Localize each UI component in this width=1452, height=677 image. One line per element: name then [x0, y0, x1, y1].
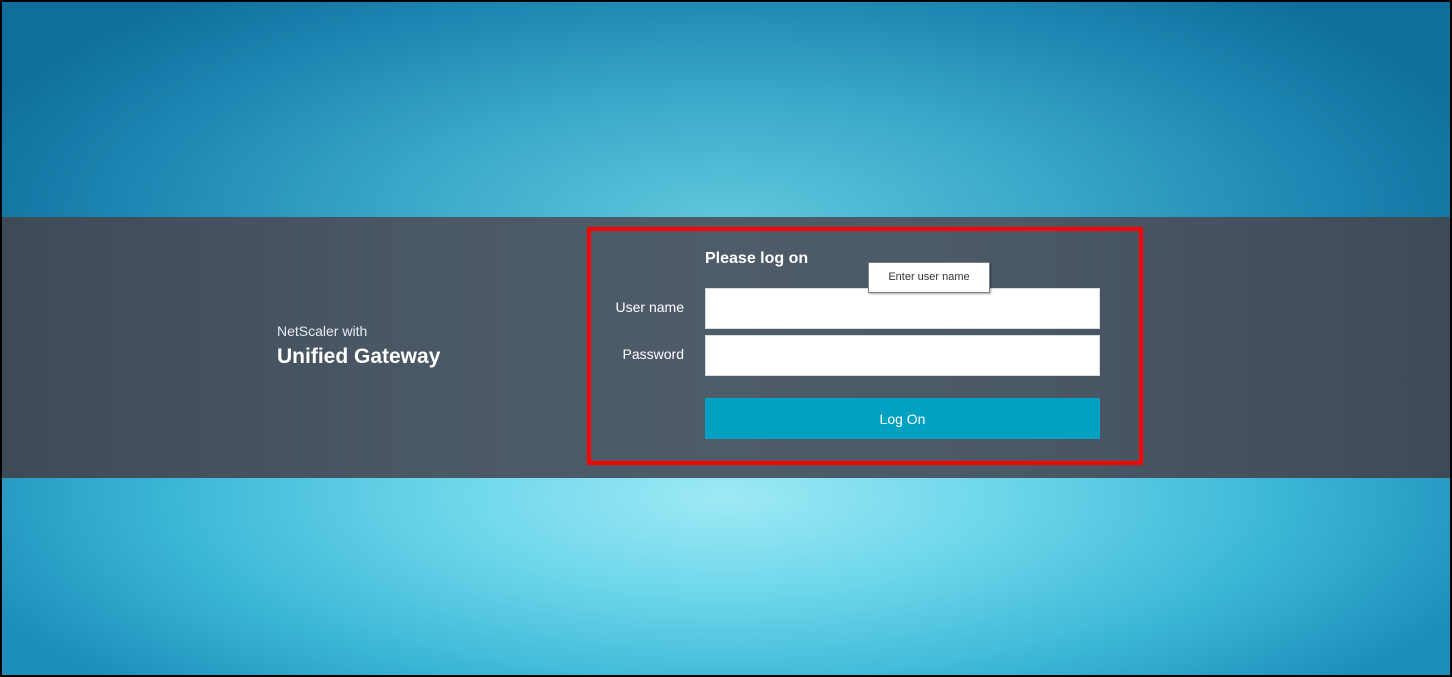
username-tooltip: Enter user name — [868, 262, 990, 293]
log-on-button[interactable]: Log On — [705, 398, 1100, 439]
login-page: NetScaler with Unified Gateway Please lo… — [0, 0, 1452, 677]
login-title: Please log on — [705, 250, 809, 267]
brand-logo: NetScaler with Unified Gateway — [277, 322, 440, 371]
password-input[interactable] — [705, 335, 1100, 376]
brand-product-name: Unified Gateway — [277, 345, 441, 368]
background-top — [2, 2, 1450, 217]
background-bottom — [2, 478, 1450, 675]
password-label: Password — [622, 346, 684, 362]
username-label: User name — [615, 299, 684, 315]
brand-subtitle: NetScaler with — [277, 323, 368, 339]
username-input[interactable] — [705, 288, 1100, 329]
